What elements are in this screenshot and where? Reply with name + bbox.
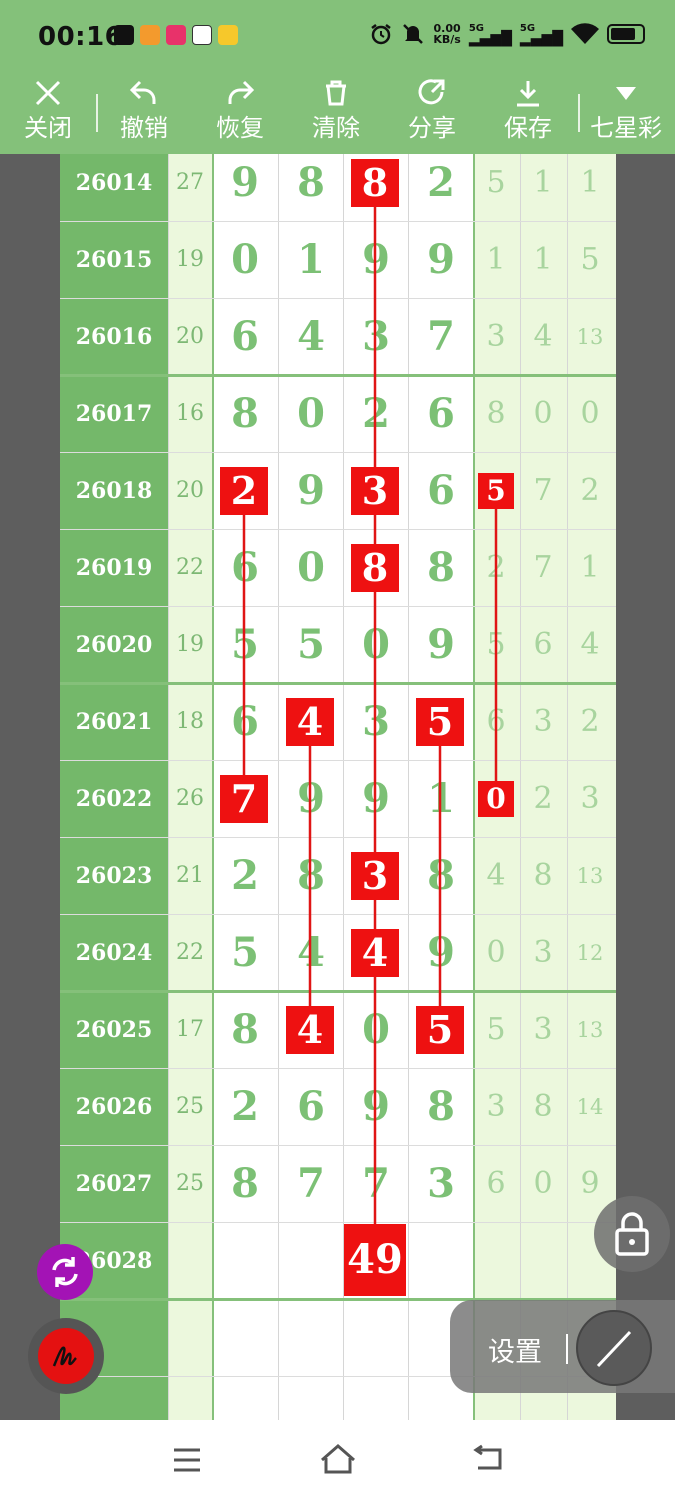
close-label: 关闭: [24, 114, 72, 142]
redo-icon: [228, 80, 255, 104]
save-button[interactable]: 保存: [488, 72, 568, 154]
trend-chart-board[interactable]: 2601427988251126015190199115260162064373…: [60, 154, 616, 1420]
video-app-icon: [140, 25, 160, 45]
close-button[interactable]: 关闭: [8, 72, 88, 154]
lottery-type-dropdown[interactable]: 七星彩: [586, 72, 666, 154]
toolbar-divider: [96, 94, 98, 132]
hit-number[interactable]: 5: [416, 1005, 464, 1054]
download-icon: [517, 81, 539, 107]
hit-number[interactable]: 2: [220, 466, 268, 515]
status-bar: 00:16 0.00 KB/s 5G ▂▄▆█ 5G ▂▄▆█: [0, 0, 675, 72]
hit-number[interactable]: 4: [286, 1005, 334, 1054]
hit-number[interactable]: 3: [351, 466, 399, 515]
home-icon[interactable]: [319, 1442, 357, 1474]
redo-label: 恢复: [216, 114, 264, 142]
wifi-icon: [571, 23, 599, 44]
back-icon[interactable]: [472, 1444, 504, 1474]
clear-button[interactable]: 清除: [296, 72, 376, 154]
alarm-icon: [371, 24, 392, 45]
signal-5g-icon: 5G ▂▄▆█: [468, 23, 512, 47]
share-button[interactable]: 分享: [392, 72, 472, 154]
hit-number[interactable]: 4: [351, 928, 399, 977]
hand-app-icon: [218, 25, 238, 45]
navigation-bar: [0, 1420, 675, 1500]
close-icon: [35, 80, 61, 106]
hit-number[interactable]: 7: [220, 774, 268, 823]
chevron-down-icon: [616, 87, 636, 100]
toolbar-divider: [578, 94, 580, 132]
hit-number[interactable]: 8: [351, 158, 399, 207]
connector-lines: [242, 182, 498, 1261]
share-label: 分享: [408, 114, 456, 142]
save-label: 保存: [504, 114, 552, 142]
net-speed: 0.00 KB/s: [433, 22, 461, 46]
tiktok-icon: [114, 25, 134, 45]
system-icons: 0.00 KB/s 5G ▂▄▆█ 5G ▂▄▆█: [369, 22, 645, 46]
lottery-type-label: 七星彩: [590, 114, 662, 142]
undo-icon: [129, 80, 156, 104]
prediction-box[interactable]: 49: [344, 1224, 406, 1296]
menu-icon[interactable]: [172, 1446, 202, 1474]
hit-number[interactable]: 5: [478, 472, 514, 509]
share-icon: [418, 79, 445, 105]
hit-number[interactable]: 8: [351, 543, 399, 592]
battery-icon: [607, 24, 645, 44]
status-time: 00:16: [38, 22, 124, 52]
trash-icon: [326, 80, 346, 106]
hit-number[interactable]: 4: [286, 697, 334, 746]
clear-label: 清除: [312, 114, 360, 142]
signal-5g-icon-2: 5G ▂▄▆█: [519, 23, 563, 47]
hit-number[interactable]: 3: [351, 851, 399, 900]
heart-app-icon: [166, 25, 186, 45]
avatar-app-icon: [192, 25, 212, 45]
redo-button[interactable]: 恢复: [200, 72, 280, 154]
undo-button[interactable]: 撤销: [104, 72, 184, 154]
mute-icon: [403, 24, 424, 44]
hit-number[interactable]: 0: [478, 780, 514, 817]
toolbar: 关闭 撤销 恢复 清除 分享 保存 七星彩: [0, 72, 675, 154]
undo-label: 撤销: [120, 114, 168, 142]
hit-number[interactable]: 5: [416, 697, 464, 746]
notification-icons: [114, 25, 238, 45]
